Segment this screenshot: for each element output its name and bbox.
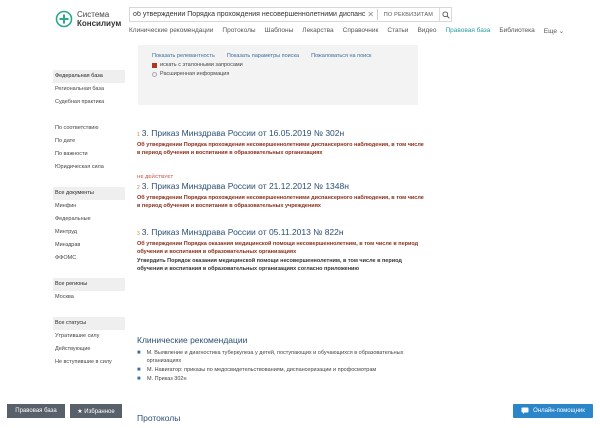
nav-library[interactable]: Библиотека xyxy=(499,27,534,35)
logo-line2: Консилиум xyxy=(77,19,122,28)
result-number: 1 xyxy=(137,132,140,138)
reference-queries-checkbox[interactable] xyxy=(152,62,157,68)
sort-relevance[interactable]: По соответствию xyxy=(55,122,125,135)
search-bar: ✕ ПО РЕКВИЗИТАМ xyxy=(129,7,452,22)
region-filter: Все регионы Москва xyxy=(53,278,125,304)
reference-queries-option[interactable]: искать с эталонными запросами xyxy=(152,62,404,68)
extended-info-radio[interactable] xyxy=(152,71,157,77)
protocols-section: Протоколы xyxy=(137,413,427,427)
list-bullet-icon: ■ xyxy=(137,350,141,356)
filter-not-in-force[interactable]: Не вступившие в силу xyxy=(55,356,125,369)
status-filter: Все статусы Утратившие силу Действующие … xyxy=(53,317,125,369)
nav-protocols[interactable]: Протоколы xyxy=(222,27,255,35)
nav-drugs[interactable]: Лекарства xyxy=(302,27,333,35)
clinical-recommendations-section: Клинические рекомендации ■ М. Выявление … xyxy=(137,335,427,384)
list-item[interactable]: ■ М. Приказ 302н xyxy=(137,375,427,383)
chat-icon xyxy=(521,407,529,416)
doc-type-filter: Все документы Минфин Федеральные Минтруд… xyxy=(53,187,125,265)
list-item[interactable]: ■ М. Навигатор: приказы по медосвидетель… xyxy=(137,366,427,374)
filter-minfin[interactable]: Минфин xyxy=(55,200,125,213)
list-bullet-icon: ■ xyxy=(137,376,141,382)
law-base-button[interactable]: Правовая база xyxy=(7,404,65,418)
extended-info-label: Расширенная информация xyxy=(160,71,230,77)
online-assistant-label: Онлайн-помощник xyxy=(533,408,585,414)
result-number: 2 xyxy=(137,185,140,191)
search-scope-button[interactable]: ПО РЕКВИЗИТАМ xyxy=(378,12,439,18)
nav-law-base[interactable]: Правовая база xyxy=(445,27,490,35)
result-title-link[interactable]: 1 3. Приказ Минздрава России от 16.05.20… xyxy=(137,128,427,138)
result-snippet-extra: Утвердить Порядок оказания медицинской п… xyxy=(137,258,402,272)
report-search-link[interactable]: Пожаловаться на поиск xyxy=(311,53,371,59)
show-search-params-link[interactable]: Показать параметры поиска xyxy=(227,53,299,59)
filter-all-regions[interactable]: Все регионы xyxy=(53,278,125,291)
filter-court-practice[interactable]: Судебная практика xyxy=(55,96,125,109)
search-icon[interactable] xyxy=(439,8,451,21)
result-snippet: Об утверждении Порядка прохождения несов… xyxy=(137,195,424,209)
logo[interactable]: Система Консилиум xyxy=(55,10,121,28)
logo-line1: Система xyxy=(77,10,110,19)
filter-active[interactable]: Действующие xyxy=(55,343,125,356)
list-item[interactable]: ■ М. Выявление и диагностика туберкулеза… xyxy=(137,349,427,365)
extended-info-option[interactable]: Расширенная информация xyxy=(152,71,404,77)
show-relevance-link[interactable]: Показать релевантность xyxy=(152,53,215,59)
result-item: 3 3. Приказ Минздрава России от 05.11.20… xyxy=(137,227,427,273)
filter-all-statuses[interactable]: Все статусы xyxy=(53,317,125,330)
search-options-panel: Показать релевантность Показать параметр… xyxy=(138,45,418,105)
result-item: НЕ ДЕЙСТВУЕТ 2 3. Приказ Минздрава Росси… xyxy=(137,174,427,210)
filter-moscow[interactable]: Москва xyxy=(55,291,125,304)
sort-date[interactable]: По дате xyxy=(55,135,125,148)
result-snippet: Об утверждении Порядка оказания медицинс… xyxy=(137,241,419,255)
filter-ffoms[interactable]: ФФОМС xyxy=(55,252,125,265)
search-input[interactable] xyxy=(130,8,365,21)
filter-sidebar: Федеральная база Региональная база Судеб… xyxy=(53,70,125,382)
nav-video[interactable]: Видео xyxy=(417,27,436,35)
filter-expired[interactable]: Утратившие силу xyxy=(55,330,125,343)
result-title-link[interactable]: 2 3. Приказ Минздрава России от 21.12.20… xyxy=(137,181,427,191)
nav-articles[interactable]: Статьи xyxy=(387,27,408,35)
sort-legal-force[interactable]: Юридическая сила xyxy=(55,161,125,174)
clear-icon[interactable]: ✕ xyxy=(365,10,377,19)
section-title[interactable]: Клинические рекомендации xyxy=(137,335,427,345)
status-badge: НЕ ДЕЙСТВУЕТ xyxy=(137,174,174,179)
logo-cross-icon xyxy=(55,10,73,28)
result-item: 1 3. Приказ Минздрава России от 16.05.20… xyxy=(137,128,427,157)
nav-more[interactable]: Еще ⌄ xyxy=(544,27,564,35)
result-title[interactable]: 3. Приказ Минздрава России от 16.05.2019… xyxy=(142,128,344,138)
result-snippet: Об утверждении Порядка прохождения несов… xyxy=(137,142,424,156)
nav-clinical[interactable]: Клинические рекомендации xyxy=(129,27,213,35)
filter-regional-base[interactable]: Региональная база xyxy=(55,83,125,96)
source-filter: Федеральная база Региональная база Судеб… xyxy=(53,70,125,109)
header: Система Консилиум ✕ ПО РЕКВИЗИТАМ Клинич… xyxy=(0,0,600,42)
online-assistant-button[interactable]: Онлайн-помощник xyxy=(513,404,593,418)
filter-minzdrav[interactable]: Минздрав xyxy=(55,239,125,252)
filter-mintrud[interactable]: Минтруд xyxy=(55,226,125,239)
filter-federal-base[interactable]: Федеральная база xyxy=(53,70,125,83)
result-title-link[interactable]: 3 3. Приказ Минздрава России от 05.11.20… xyxy=(137,227,427,237)
nav-templates[interactable]: Шаблоны xyxy=(265,27,294,35)
nav-reference[interactable]: Справочник xyxy=(343,27,379,35)
reference-queries-label: искать с эталонными запросами xyxy=(160,62,243,68)
result-title[interactable]: 3. Приказ Минздрава России от 05.11.2013… xyxy=(142,227,344,237)
search-results: 1 3. Приказ Минздрава России от 16.05.20… xyxy=(137,128,427,290)
section-title[interactable]: Протоколы xyxy=(137,413,427,423)
list-bullet-icon: ■ xyxy=(137,367,141,373)
filter-federal[interactable]: Федеральные xyxy=(55,213,125,226)
favorites-button[interactable]: ★ Избранное xyxy=(70,404,122,418)
filter-all-documents[interactable]: Все документы xyxy=(53,187,125,200)
sort-filter: По соответствию По дате По важности Юрид… xyxy=(55,122,125,174)
main-nav: Клинические рекомендации Протоколы Шабло… xyxy=(129,27,573,35)
result-title[interactable]: 3. Приказ Минздрава России от 21.12.2012… xyxy=(142,181,349,191)
sort-importance[interactable]: По важности xyxy=(55,148,125,161)
result-number: 3 xyxy=(137,231,140,237)
